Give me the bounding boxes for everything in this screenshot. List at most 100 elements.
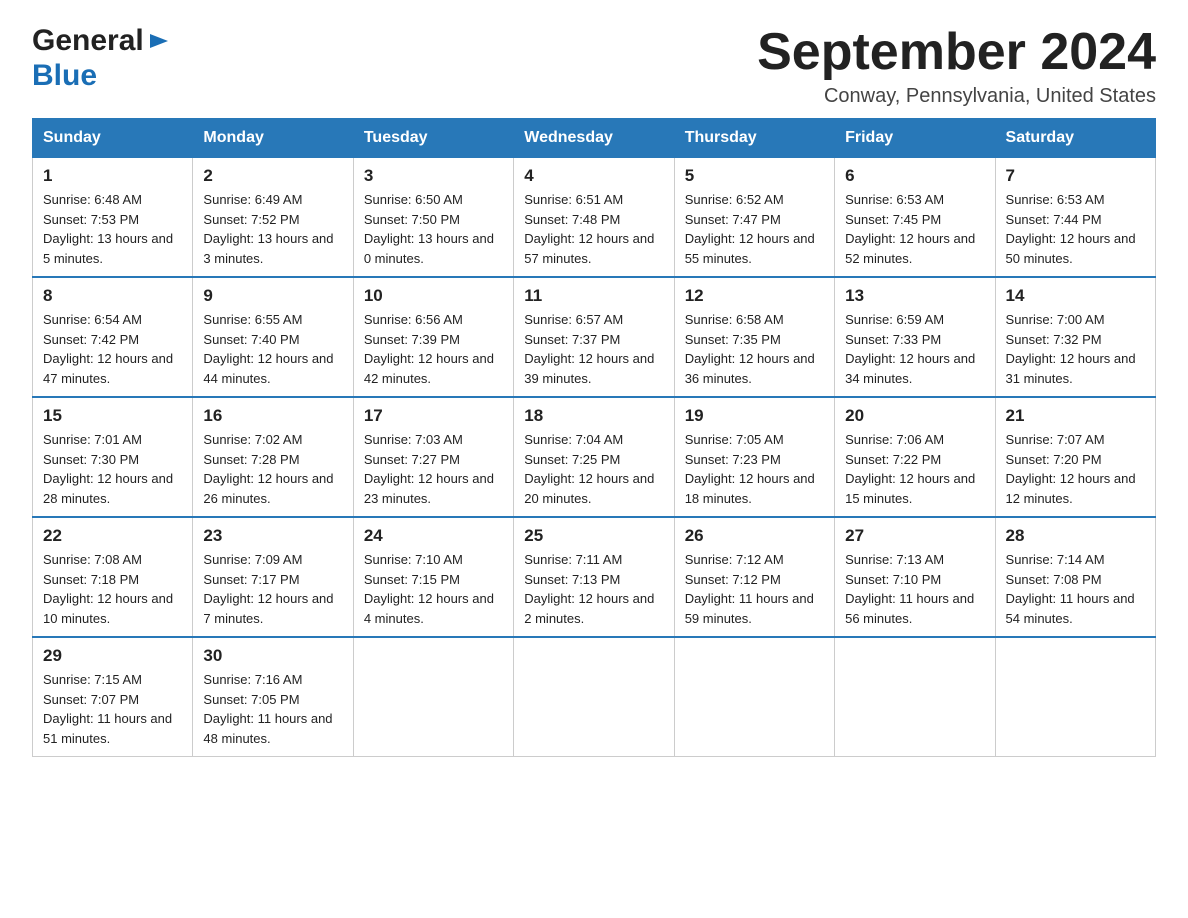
calendar-day-cell: 12 Sunrise: 6:58 AMSunset: 7:35 PMDaylig… <box>674 277 834 397</box>
calendar-day-cell: 5 Sunrise: 6:52 AMSunset: 7:47 PMDayligh… <box>674 158 834 278</box>
day-info: Sunrise: 7:00 AMSunset: 7:32 PMDaylight:… <box>1006 312 1136 386</box>
calendar-day-cell <box>835 637 995 757</box>
day-info: Sunrise: 7:05 AMSunset: 7:23 PMDaylight:… <box>685 432 815 506</box>
calendar-day-cell <box>674 637 834 757</box>
calendar-day-cell: 20 Sunrise: 7:06 AMSunset: 7:22 PMDaylig… <box>835 397 995 517</box>
day-number: 19 <box>685 406 824 426</box>
day-number: 22 <box>43 526 182 546</box>
day-number: 9 <box>203 286 342 306</box>
calendar-day-cell: 3 Sunrise: 6:50 AMSunset: 7:50 PMDayligh… <box>353 158 513 278</box>
day-info: Sunrise: 7:06 AMSunset: 7:22 PMDaylight:… <box>845 432 975 506</box>
calendar-day-cell: 14 Sunrise: 7:00 AMSunset: 7:32 PMDaylig… <box>995 277 1155 397</box>
day-info: Sunrise: 7:07 AMSunset: 7:20 PMDaylight:… <box>1006 432 1136 506</box>
day-info: Sunrise: 7:08 AMSunset: 7:18 PMDaylight:… <box>43 552 173 626</box>
day-number: 15 <box>43 406 182 426</box>
day-number: 5 <box>685 166 824 186</box>
calendar-day-cell: 9 Sunrise: 6:55 AMSunset: 7:40 PMDayligh… <box>193 277 353 397</box>
day-number: 25 <box>524 526 663 546</box>
calendar-day-cell: 29 Sunrise: 7:15 AMSunset: 7:07 PMDaylig… <box>33 637 193 757</box>
day-info: Sunrise: 6:56 AMSunset: 7:39 PMDaylight:… <box>364 312 494 386</box>
calendar-day-cell: 27 Sunrise: 7:13 AMSunset: 7:10 PMDaylig… <box>835 517 995 637</box>
header-friday: Friday <box>835 119 995 158</box>
day-info: Sunrise: 7:10 AMSunset: 7:15 PMDaylight:… <box>364 552 494 626</box>
day-number: 8 <box>43 286 182 306</box>
day-info: Sunrise: 6:55 AMSunset: 7:40 PMDaylight:… <box>203 312 333 386</box>
day-number: 2 <box>203 166 342 186</box>
calendar-week-row: 8 Sunrise: 6:54 AMSunset: 7:42 PMDayligh… <box>33 277 1156 397</box>
day-number: 21 <box>1006 406 1145 426</box>
day-number: 24 <box>364 526 503 546</box>
day-number: 30 <box>203 646 342 666</box>
header-thursday: Thursday <box>674 119 834 158</box>
calendar-week-row: 1 Sunrise: 6:48 AMSunset: 7:53 PMDayligh… <box>33 158 1156 278</box>
calendar-day-cell <box>353 637 513 757</box>
day-number: 11 <box>524 286 663 306</box>
day-info: Sunrise: 7:13 AMSunset: 7:10 PMDaylight:… <box>845 552 974 626</box>
calendar-day-cell: 10 Sunrise: 6:56 AMSunset: 7:39 PMDaylig… <box>353 277 513 397</box>
calendar-day-cell: 18 Sunrise: 7:04 AMSunset: 7:25 PMDaylig… <box>514 397 674 517</box>
day-info: Sunrise: 6:54 AMSunset: 7:42 PMDaylight:… <box>43 312 173 386</box>
logo-blue-text: Blue <box>32 59 97 92</box>
calendar-day-cell: 28 Sunrise: 7:14 AMSunset: 7:08 PMDaylig… <box>995 517 1155 637</box>
day-info: Sunrise: 6:50 AMSunset: 7:50 PMDaylight:… <box>364 192 494 266</box>
day-number: 27 <box>845 526 984 546</box>
header-saturday: Saturday <box>995 119 1155 158</box>
location-subtitle: Conway, Pennsylvania, United States <box>757 85 1156 108</box>
day-info: Sunrise: 7:04 AMSunset: 7:25 PMDaylight:… <box>524 432 654 506</box>
calendar-day-cell <box>514 637 674 757</box>
calendar-week-row: 22 Sunrise: 7:08 AMSunset: 7:18 PMDaylig… <box>33 517 1156 637</box>
calendar-day-cell: 22 Sunrise: 7:08 AMSunset: 7:18 PMDaylig… <box>33 517 193 637</box>
day-info: Sunrise: 7:12 AMSunset: 7:12 PMDaylight:… <box>685 552 814 626</box>
day-number: 13 <box>845 286 984 306</box>
day-info: Sunrise: 7:03 AMSunset: 7:27 PMDaylight:… <box>364 432 494 506</box>
day-info: Sunrise: 7:14 AMSunset: 7:08 PMDaylight:… <box>1006 552 1135 626</box>
day-info: Sunrise: 6:53 AMSunset: 7:44 PMDaylight:… <box>1006 192 1136 266</box>
logo: General Blue <box>32 24 170 93</box>
header-wednesday: Wednesday <box>514 119 674 158</box>
weekday-header-row: Sunday Monday Tuesday Wednesday Thursday… <box>33 119 1156 158</box>
calendar-week-row: 29 Sunrise: 7:15 AMSunset: 7:07 PMDaylig… <box>33 637 1156 757</box>
logo-general-text: General <box>32 24 144 59</box>
calendar-day-cell: 1 Sunrise: 6:48 AMSunset: 7:53 PMDayligh… <box>33 158 193 278</box>
day-number: 18 <box>524 406 663 426</box>
logo-arrow-icon <box>148 30 170 52</box>
day-info: Sunrise: 6:52 AMSunset: 7:47 PMDaylight:… <box>685 192 815 266</box>
day-number: 10 <box>364 286 503 306</box>
day-number: 26 <box>685 526 824 546</box>
header-sunday: Sunday <box>33 119 193 158</box>
day-info: Sunrise: 7:09 AMSunset: 7:17 PMDaylight:… <box>203 552 333 626</box>
calendar-day-cell: 2 Sunrise: 6:49 AMSunset: 7:52 PMDayligh… <box>193 158 353 278</box>
day-number: 12 <box>685 286 824 306</box>
calendar-day-cell: 6 Sunrise: 6:53 AMSunset: 7:45 PMDayligh… <box>835 158 995 278</box>
page-header: General Blue September 2024 Conway, Penn… <box>32 24 1156 108</box>
calendar-week-row: 15 Sunrise: 7:01 AMSunset: 7:30 PMDaylig… <box>33 397 1156 517</box>
day-number: 1 <box>43 166 182 186</box>
calendar-day-cell: 4 Sunrise: 6:51 AMSunset: 7:48 PMDayligh… <box>514 158 674 278</box>
calendar-day-cell: 15 Sunrise: 7:01 AMSunset: 7:30 PMDaylig… <box>33 397 193 517</box>
day-number: 3 <box>364 166 503 186</box>
day-info: Sunrise: 6:53 AMSunset: 7:45 PMDaylight:… <box>845 192 975 266</box>
calendar-day-cell: 23 Sunrise: 7:09 AMSunset: 7:17 PMDaylig… <box>193 517 353 637</box>
day-info: Sunrise: 7:16 AMSunset: 7:05 PMDaylight:… <box>203 672 332 746</box>
calendar-day-cell: 19 Sunrise: 7:05 AMSunset: 7:23 PMDaylig… <box>674 397 834 517</box>
calendar-day-cell <box>995 637 1155 757</box>
day-info: Sunrise: 6:57 AMSunset: 7:37 PMDaylight:… <box>524 312 654 386</box>
day-number: 20 <box>845 406 984 426</box>
day-number: 29 <box>43 646 182 666</box>
calendar-day-cell: 21 Sunrise: 7:07 AMSunset: 7:20 PMDaylig… <box>995 397 1155 517</box>
calendar-day-cell: 7 Sunrise: 6:53 AMSunset: 7:44 PMDayligh… <box>995 158 1155 278</box>
calendar-day-cell: 25 Sunrise: 7:11 AMSunset: 7:13 PMDaylig… <box>514 517 674 637</box>
calendar-day-cell: 26 Sunrise: 7:12 AMSunset: 7:12 PMDaylig… <box>674 517 834 637</box>
day-info: Sunrise: 7:02 AMSunset: 7:28 PMDaylight:… <box>203 432 333 506</box>
day-info: Sunrise: 6:59 AMSunset: 7:33 PMDaylight:… <box>845 312 975 386</box>
calendar-table: Sunday Monday Tuesday Wednesday Thursday… <box>32 118 1156 757</box>
day-number: 16 <box>203 406 342 426</box>
day-info: Sunrise: 6:49 AMSunset: 7:52 PMDaylight:… <box>203 192 333 266</box>
calendar-day-cell: 8 Sunrise: 6:54 AMSunset: 7:42 PMDayligh… <box>33 277 193 397</box>
day-info: Sunrise: 6:51 AMSunset: 7:48 PMDaylight:… <box>524 192 654 266</box>
day-info: Sunrise: 6:58 AMSunset: 7:35 PMDaylight:… <box>685 312 815 386</box>
day-number: 17 <box>364 406 503 426</box>
day-number: 4 <box>524 166 663 186</box>
calendar-day-cell: 13 Sunrise: 6:59 AMSunset: 7:33 PMDaylig… <box>835 277 995 397</box>
day-number: 6 <box>845 166 984 186</box>
